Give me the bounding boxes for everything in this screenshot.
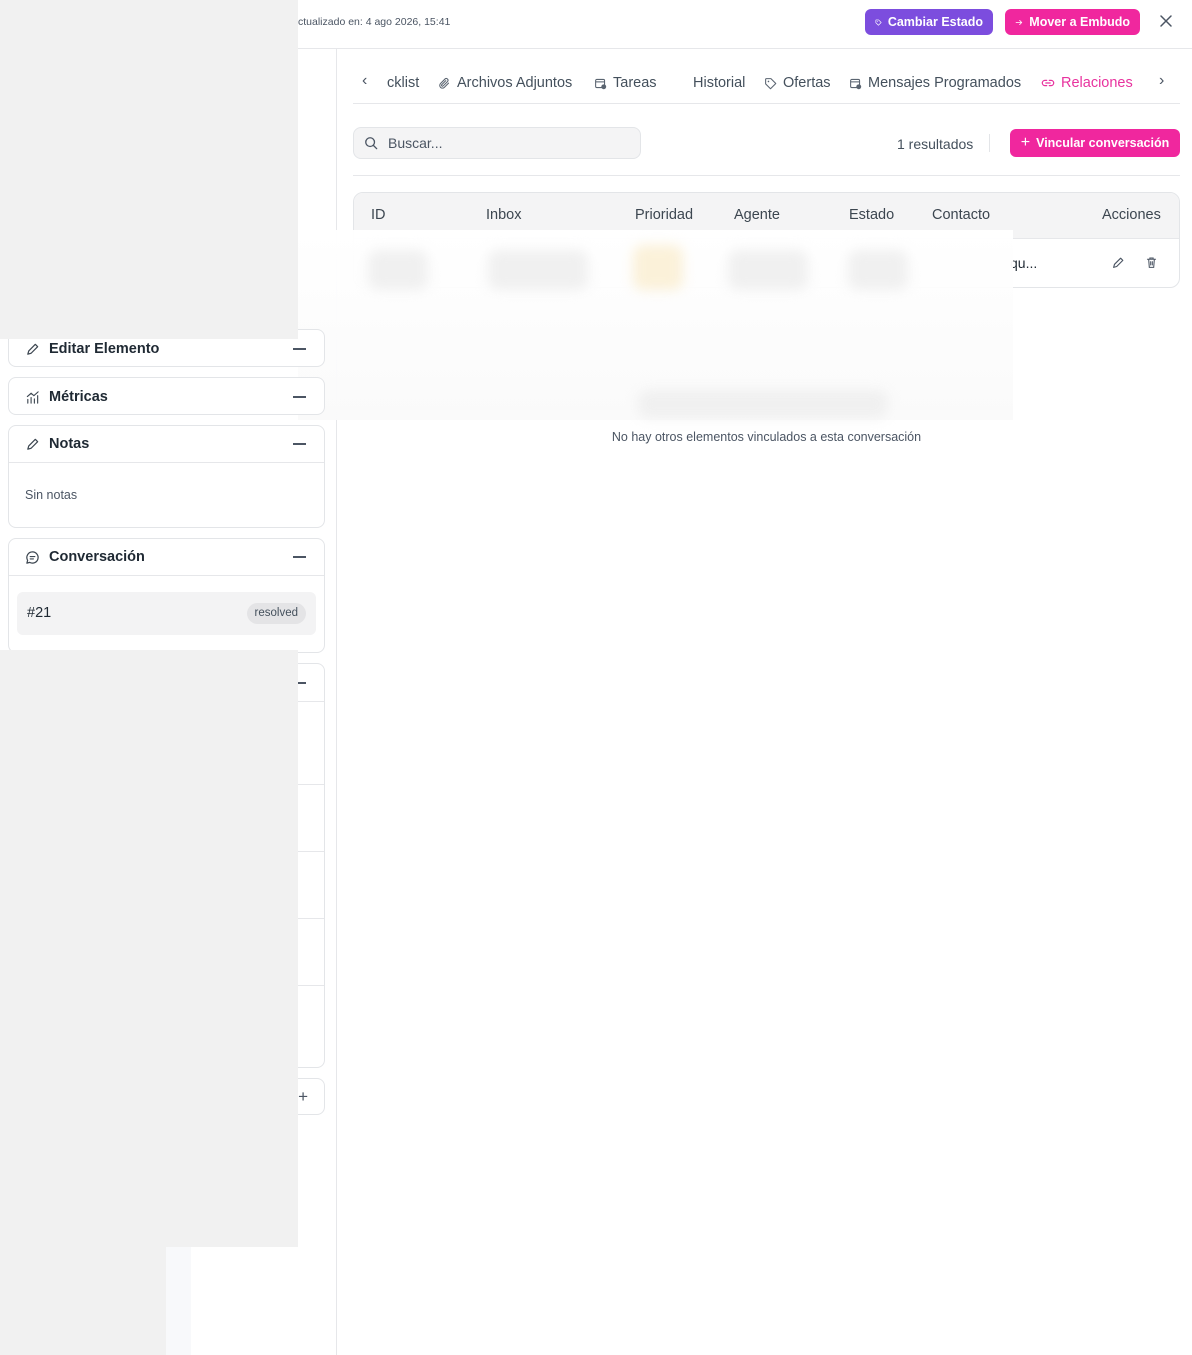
updated-timestamp: ctualizado en: 4 ago 2026, 15:41 bbox=[298, 16, 451, 28]
column-header-priority[interactable]: Prioridad bbox=[635, 207, 693, 223]
tab-attachments[interactable]: Archivos Adjuntos bbox=[438, 75, 572, 91]
collapse-icon[interactable] bbox=[293, 396, 306, 398]
calendar-clock-icon bbox=[595, 78, 607, 89]
metrics-panel: Métricas bbox=[8, 377, 325, 415]
chevron-left-icon[interactable]: ‹ bbox=[362, 72, 367, 90]
move-to-funnel-button[interactable]: Mover a Embudo bbox=[1005, 9, 1140, 35]
tab-offers[interactable]: Ofertas bbox=[764, 75, 831, 91]
change-status-label: Cambiar Estado bbox=[887, 15, 983, 29]
change-status-button[interactable]: Cambiar Estado bbox=[865, 9, 993, 35]
masked-region bbox=[166, 1247, 191, 1355]
conversation-header[interactable]: Conversación bbox=[9, 539, 324, 576]
tag-icon bbox=[875, 19, 882, 26]
search-icon bbox=[365, 137, 378, 150]
metrics-header[interactable]: Métricas bbox=[9, 378, 324, 416]
status-badge: resolved bbox=[246, 603, 306, 624]
metrics-title: Métricas bbox=[49, 389, 108, 405]
search-box[interactable] bbox=[353, 127, 641, 159]
tab-relations[interactable]: Relaciones bbox=[1041, 75, 1133, 91]
contact-cell: qu... bbox=[1010, 255, 1038, 271]
link-icon bbox=[1041, 79, 1055, 87]
conversation-id: #21 bbox=[27, 605, 52, 621]
column-header-contact[interactable]: Contacto bbox=[932, 207, 990, 223]
edit-icon[interactable] bbox=[1111, 256, 1125, 275]
collapse-icon[interactable] bbox=[293, 556, 306, 558]
tab-bar: ‹ cklist Archivos Adjuntos Tareas Histor… bbox=[353, 66, 1180, 104]
notes-panel: Notas Sin notas bbox=[8, 425, 325, 528]
tab-tasks[interactable]: Tareas bbox=[594, 75, 657, 91]
trash-icon[interactable] bbox=[1145, 256, 1158, 274]
chat-bubble-icon bbox=[26, 550, 39, 564]
masked-region bbox=[0, 0, 298, 339]
tab-history[interactable]: Historial bbox=[693, 75, 745, 91]
conversation-panel: Conversación #21 resolved bbox=[8, 538, 325, 653]
notes-title: Notas bbox=[49, 436, 90, 452]
calendar-clock-icon bbox=[850, 78, 862, 89]
pencil-icon bbox=[27, 438, 39, 450]
section-divider bbox=[353, 175, 1180, 176]
masked-region bbox=[0, 1247, 166, 1355]
plus-icon: + bbox=[1020, 134, 1031, 151]
link-conversation-button[interactable]: + Vincular conversación bbox=[1010, 129, 1180, 157]
chevron-right-icon[interactable]: › bbox=[1159, 72, 1164, 90]
close-icon[interactable] bbox=[1157, 12, 1175, 32]
empty-state-text: No hay otros elementos vinculados a esta… bbox=[611, 430, 922, 444]
results-count: 1 resultados bbox=[897, 136, 974, 152]
masked-region bbox=[0, 650, 298, 1247]
move-to-funnel-label: Mover a Embudo bbox=[1029, 15, 1130, 29]
edit-element-title: Editar Elemento bbox=[49, 341, 160, 357]
column-header-status[interactable]: Estado bbox=[849, 207, 894, 223]
column-header-actions: Acciones bbox=[1102, 207, 1161, 223]
notes-empty-text: Sin notas bbox=[25, 488, 78, 502]
column-header-agent[interactable]: Agente bbox=[734, 207, 780, 223]
separator bbox=[989, 134, 990, 152]
arrow-right-icon bbox=[1015, 19, 1023, 25]
conversation-item[interactable]: #21 resolved bbox=[17, 592, 316, 635]
conversation-title: Conversación bbox=[49, 549, 145, 565]
column-header-id[interactable]: ID bbox=[371, 207, 386, 223]
link-conversation-label: Vincular conversación bbox=[1036, 136, 1170, 150]
blurred-overlay bbox=[298, 230, 1013, 420]
notes-header[interactable]: Notas bbox=[9, 426, 324, 463]
chart-icon bbox=[26, 390, 39, 404]
column-header-inbox[interactable]: Inbox bbox=[486, 207, 521, 223]
tag-icon bbox=[765, 77, 777, 89]
pencil-icon bbox=[27, 343, 39, 355]
plus-icon[interactable]: + bbox=[298, 1087, 308, 1107]
collapse-icon[interactable] bbox=[293, 443, 306, 445]
search-input[interactable] bbox=[386, 134, 630, 152]
paperclip-icon bbox=[439, 77, 450, 89]
tab-checklist[interactable]: cklist bbox=[387, 75, 419, 91]
collapse-icon[interactable] bbox=[293, 348, 306, 350]
tab-scheduled-messages[interactable]: Mensajes Programados bbox=[849, 75, 1021, 91]
